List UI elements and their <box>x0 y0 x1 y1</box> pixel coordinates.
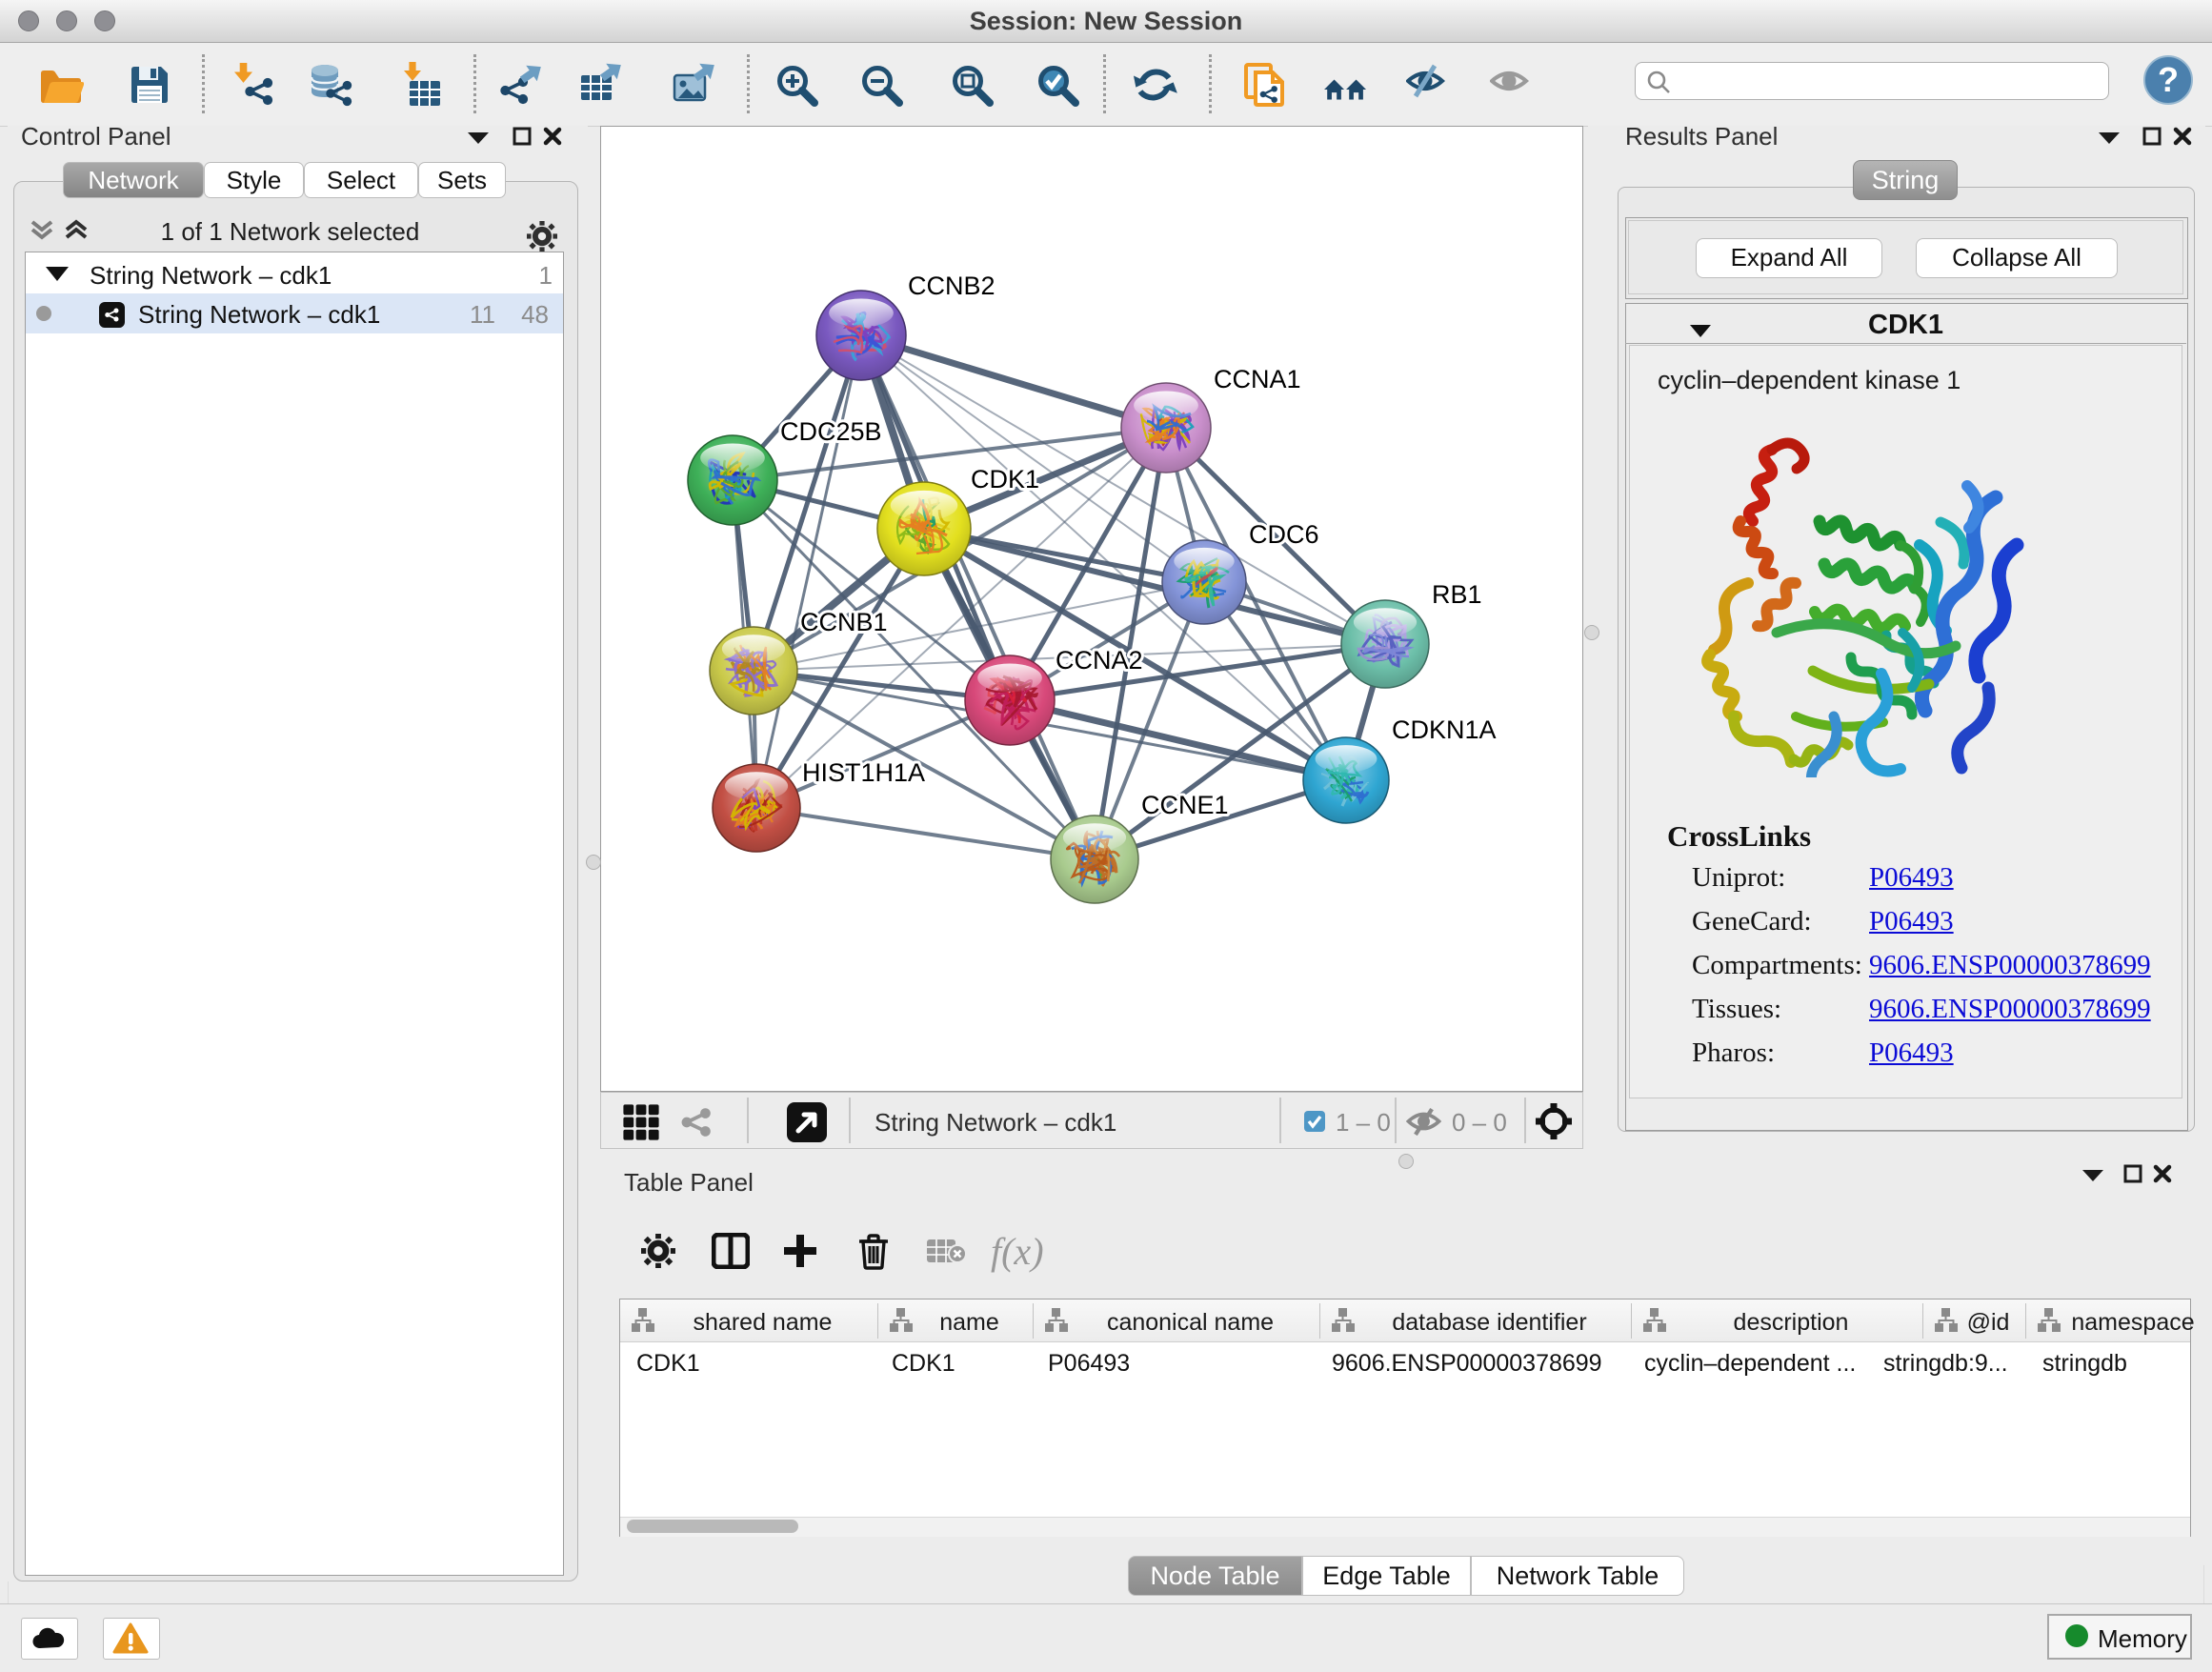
svg-text:CDK1: CDK1 <box>971 465 1039 494</box>
svg-text:CDKN1A: CDKN1A <box>1392 715 1497 744</box>
svg-text:CDC25B: CDC25B <box>780 417 882 446</box>
svg-text:CCNA1: CCNA1 <box>1214 365 1301 393</box>
svg-text:?: ? <box>2158 60 2179 99</box>
svg-text:CCNE1: CCNE1 <box>1141 791 1229 819</box>
svg-text:CCNB2: CCNB2 <box>908 272 995 300</box>
svg-text:HIST1H1A: HIST1H1A <box>802 758 925 787</box>
svg-text:CDC6: CDC6 <box>1249 520 1319 549</box>
svg-text:CCNB1: CCNB1 <box>800 608 888 636</box>
svg-text:RB1: RB1 <box>1432 580 1482 609</box>
svg-text:CCNA2: CCNA2 <box>1056 646 1143 675</box>
